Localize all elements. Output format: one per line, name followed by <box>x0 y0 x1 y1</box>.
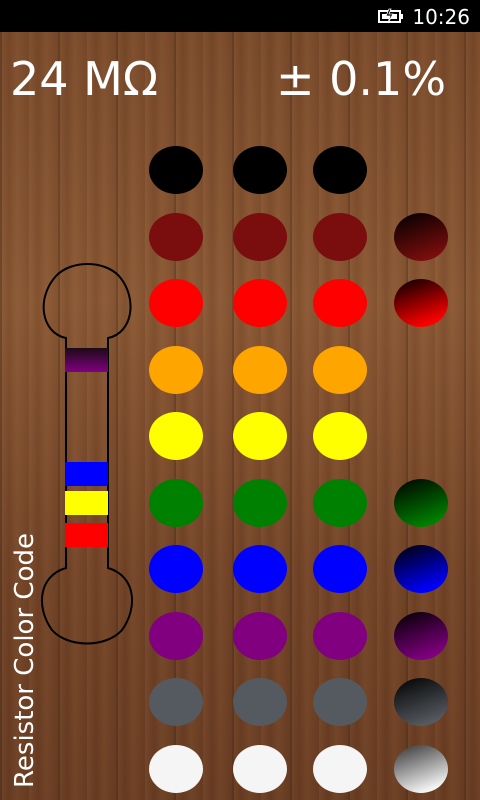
tolerance-red-button[interactable] <box>394 279 448 327</box>
digit-3-white-button[interactable] <box>313 745 367 793</box>
status-bar: 10:26 <box>0 0 480 32</box>
digit-1-black-button[interactable] <box>149 146 203 194</box>
digit-1-grey-button[interactable] <box>149 678 203 726</box>
digit-3-black-button[interactable] <box>313 146 367 194</box>
digit-3-blue-button[interactable] <box>313 545 367 593</box>
digit-3-brown-button[interactable] <box>313 213 367 261</box>
digit-1-violet-button[interactable] <box>149 612 203 660</box>
battery-charging-icon <box>378 8 403 24</box>
clock: 10:26 <box>412 5 470 29</box>
digit-1-red-button[interactable] <box>149 279 203 327</box>
tolerance-value: ± 0.1% <box>276 52 447 106</box>
digit-3-violet-button[interactable] <box>313 612 367 660</box>
resistor-band-blue <box>65 462 108 486</box>
digit-1-blue-button[interactable] <box>149 545 203 593</box>
tolerance-brown-button[interactable] <box>394 213 448 261</box>
digit-3-orange-button[interactable] <box>313 346 367 394</box>
resistance-value: 24 MΩ <box>10 52 158 106</box>
digit-1-orange-button[interactable] <box>149 346 203 394</box>
tolerance-blue-button[interactable] <box>394 545 448 593</box>
digit-2-white-button[interactable] <box>233 745 287 793</box>
tolerance-green-button[interactable] <box>394 479 448 527</box>
digit-3-grey-button[interactable] <box>313 678 367 726</box>
digit-1-brown-button[interactable] <box>149 213 203 261</box>
digit-1-yellow-button[interactable] <box>149 412 203 460</box>
digit-2-violet-button[interactable] <box>233 612 287 660</box>
tolerance-white-button[interactable] <box>394 745 448 793</box>
digit-2-yellow-button[interactable] <box>233 412 287 460</box>
resistor-band-red <box>65 523 108 547</box>
digit-2-blue-button[interactable] <box>233 545 287 593</box>
digit-2-orange-button[interactable] <box>233 346 287 394</box>
digit-1-white-button[interactable] <box>149 745 203 793</box>
resistor-band-violet <box>65 348 108 372</box>
digit-2-black-button[interactable] <box>233 146 287 194</box>
tolerance-violet-button[interactable] <box>394 612 448 660</box>
digit-3-green-button[interactable] <box>313 479 367 527</box>
digit-2-brown-button[interactable] <box>233 213 287 261</box>
digit-3-red-button[interactable] <box>313 279 367 327</box>
digit-2-red-button[interactable] <box>233 279 287 327</box>
resistor-band-yellow <box>65 491 108 515</box>
digit-2-green-button[interactable] <box>233 479 287 527</box>
digit-2-grey-button[interactable] <box>233 678 287 726</box>
resistor-outline <box>40 263 134 645</box>
tolerance-grey-button[interactable] <box>394 678 448 726</box>
digit-3-yellow-button[interactable] <box>313 412 367 460</box>
digit-1-green-button[interactable] <box>149 479 203 527</box>
